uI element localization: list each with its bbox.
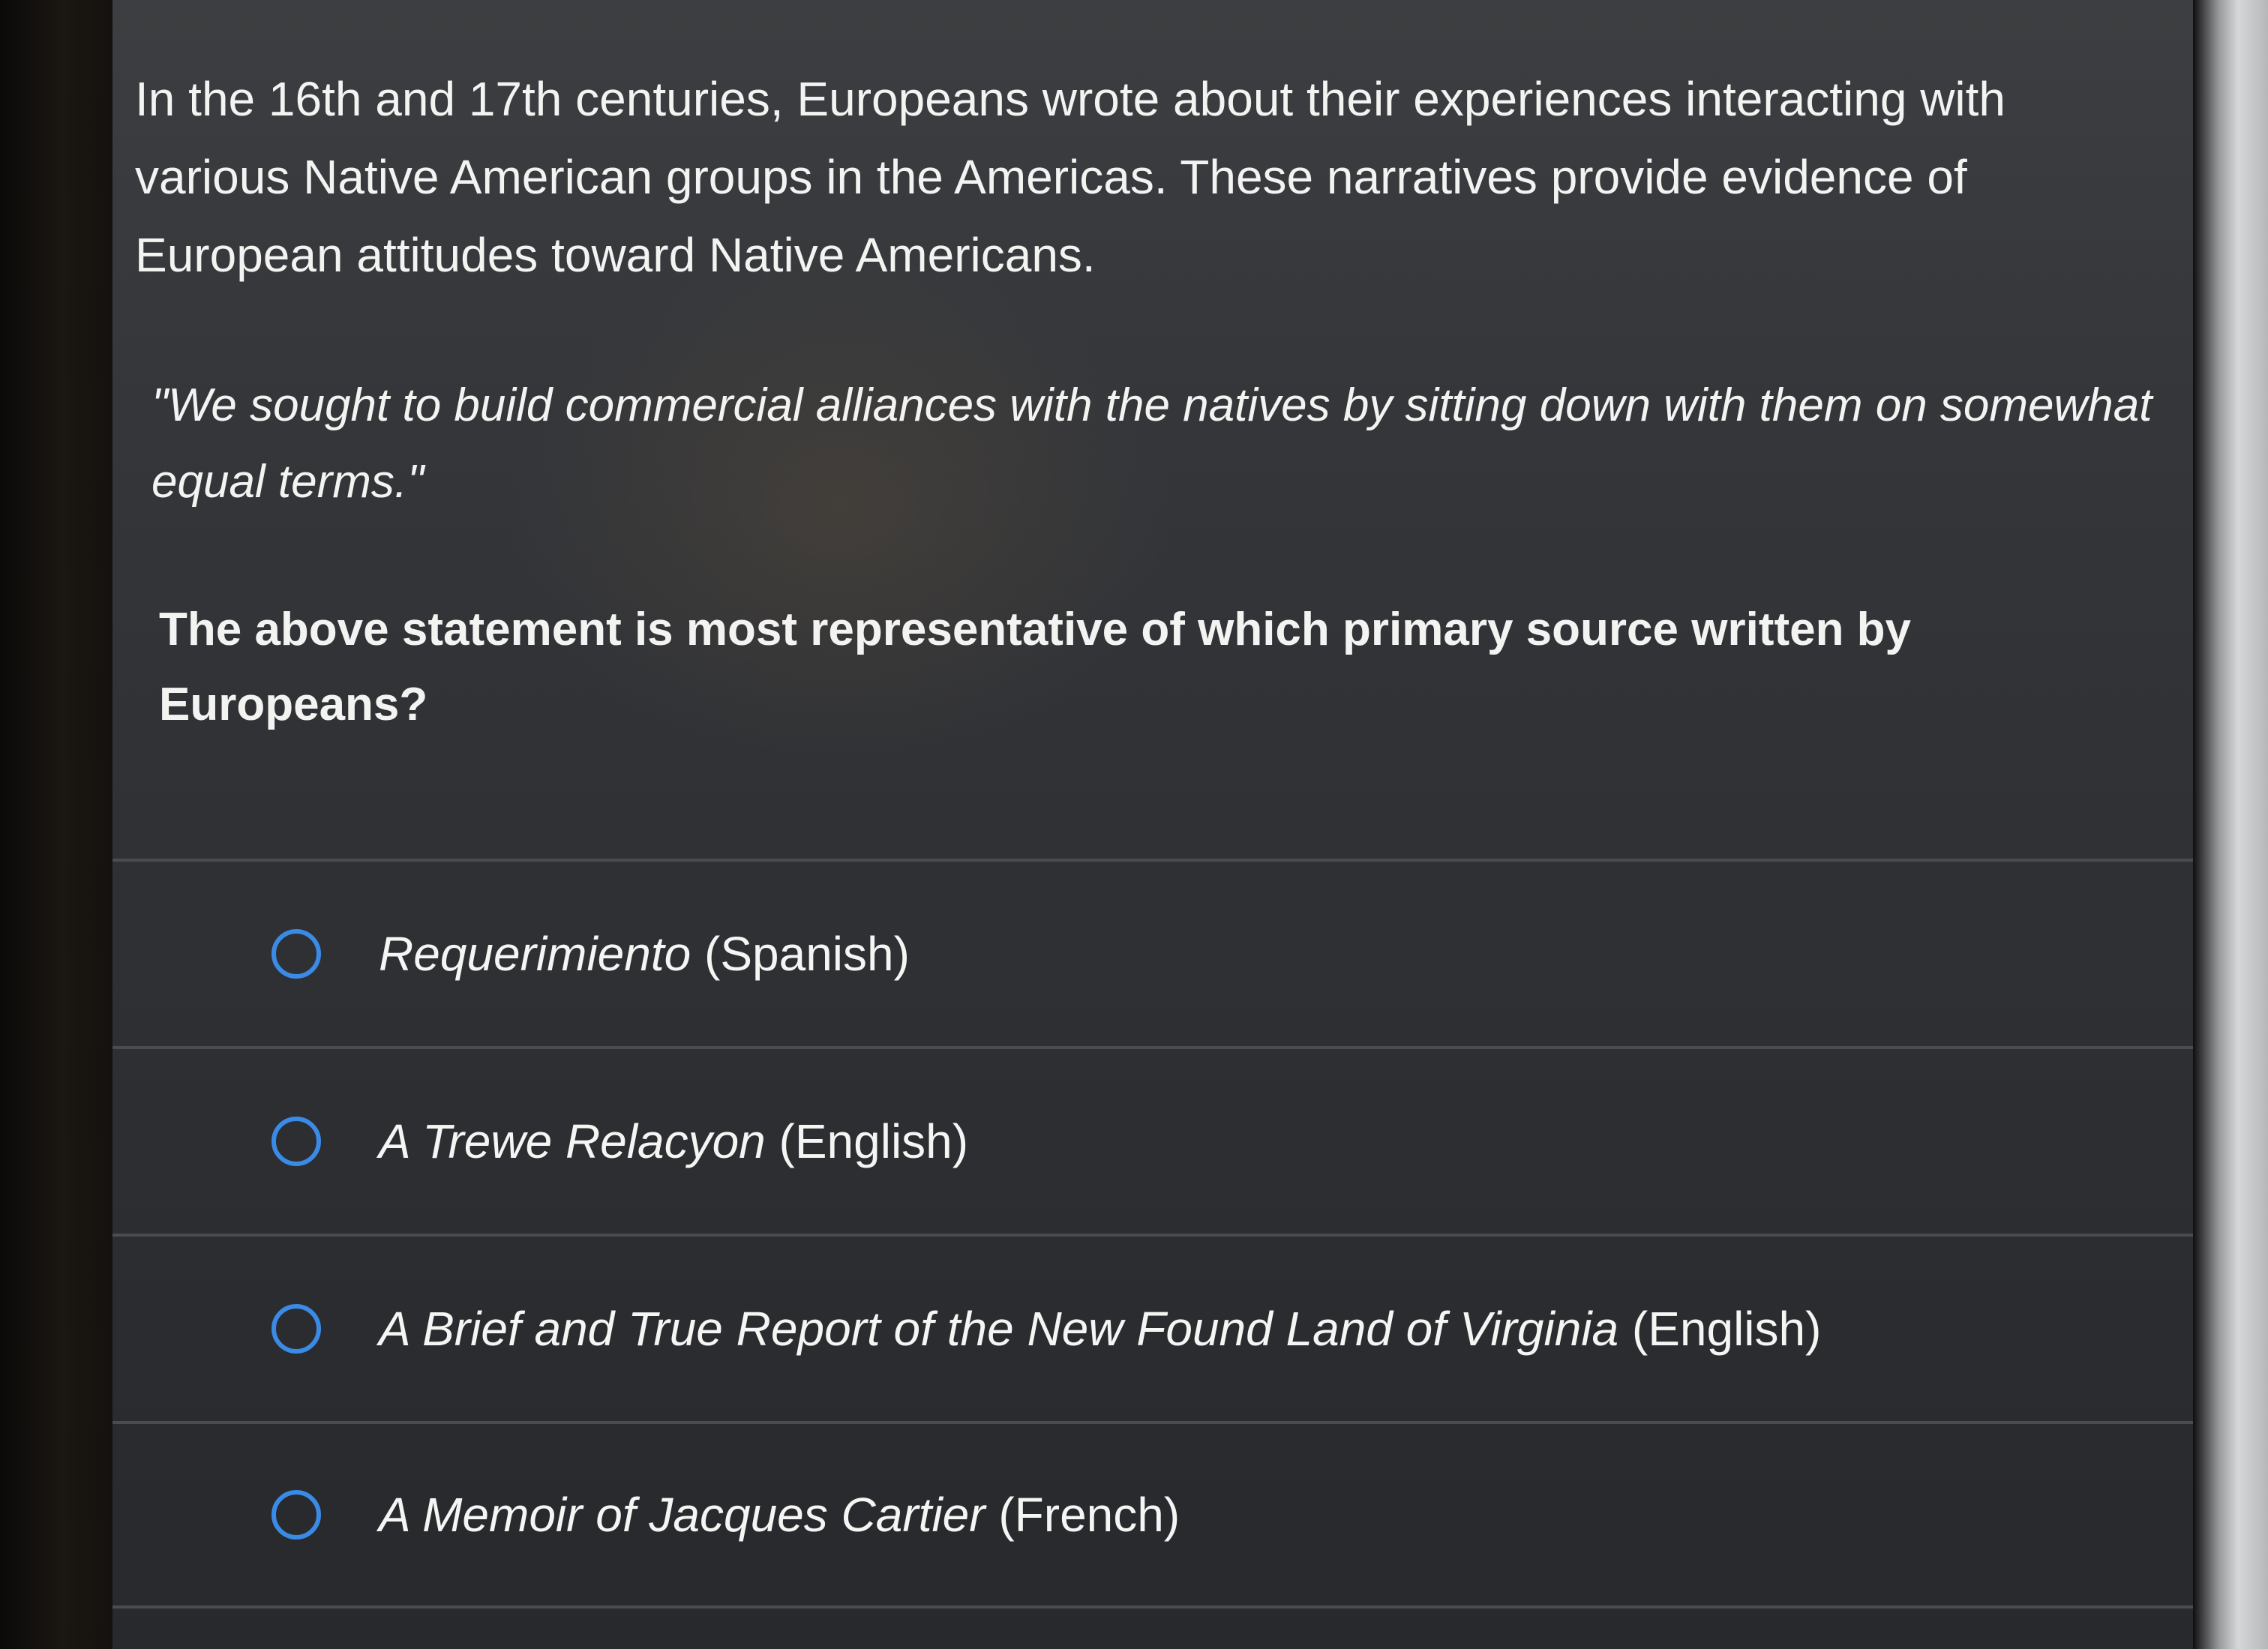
answer-choices: Requerimiento (Spanish) A Trewe Relacyon… bbox=[112, 859, 2193, 1609]
question-prompt: The above statement is most representati… bbox=[159, 604, 1912, 730]
radio-unselected-icon[interactable] bbox=[272, 1304, 321, 1354]
monitor-bezel-right bbox=[2193, 0, 2268, 1649]
answer-language: (English) bbox=[1618, 1302, 1822, 1356]
answer-title: Requerimiento bbox=[379, 927, 692, 981]
answer-language: (Spanish) bbox=[691, 927, 910, 981]
answer-language: (English) bbox=[765, 1114, 969, 1168]
answer-language: (French) bbox=[985, 1488, 1180, 1542]
answer-choice-requerimiento[interactable]: Requerimiento (Spanish) bbox=[112, 859, 2193, 1046]
answer-title: A Trewe Relacyon bbox=[379, 1114, 766, 1168]
answer-choice-brief-and-true-report[interactable]: A Brief and True Report of the New Found… bbox=[112, 1234, 2193, 1421]
answer-title: A Brief and True Report of the New Found… bbox=[379, 1302, 1619, 1356]
radio-unselected-icon[interactable] bbox=[272, 929, 321, 979]
question-quote: "We sought to build commercial alliances… bbox=[152, 379, 2152, 508]
question-panel: In the 16th and 17th centuries, European… bbox=[135, 60, 2160, 742]
answer-title: A Memoir of Jacques Cartier bbox=[379, 1488, 986, 1542]
quiz-screen: In the 16th and 17th centuries, European… bbox=[112, 0, 2193, 1649]
radio-unselected-icon[interactable] bbox=[272, 1117, 321, 1166]
question-intro: In the 16th and 17th centuries, European… bbox=[135, 72, 2006, 282]
answer-label[interactable]: Requerimiento (Spanish) bbox=[379, 926, 910, 982]
answer-choice-memoir-jacques-cartier[interactable]: A Memoir of Jacques Cartier (French) bbox=[112, 1421, 2193, 1609]
radio-unselected-icon[interactable] bbox=[272, 1490, 321, 1540]
answer-label[interactable]: A Trewe Relacyon (English) bbox=[379, 1114, 968, 1169]
answer-label[interactable]: A Memoir of Jacques Cartier (French) bbox=[379, 1487, 1180, 1543]
answer-label[interactable]: A Brief and True Report of the New Found… bbox=[379, 1301, 1821, 1357]
answer-choice-trewe-relacyon[interactable]: A Trewe Relacyon (English) bbox=[112, 1046, 2193, 1234]
monitor-bezel-left bbox=[0, 0, 112, 1649]
